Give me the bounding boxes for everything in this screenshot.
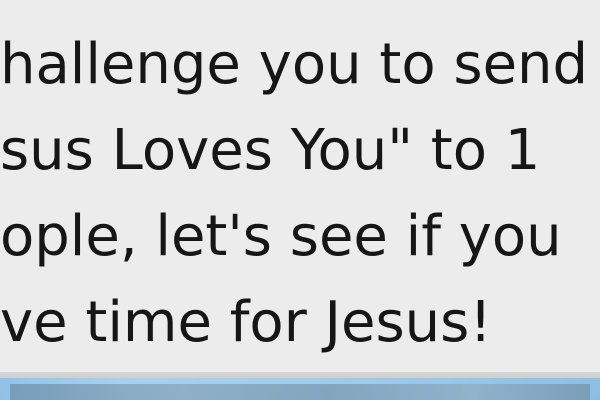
message-line-1-text: hallenge you to send (0, 32, 589, 97)
message-line-2-text: sus Loves You" to 1 (0, 118, 541, 183)
message-line-2: sus Loves You" to 1 (0, 108, 600, 194)
message-line-1: hallenge you to send (0, 22, 600, 108)
message-text: hallenge you to send sus Loves You" to 1… (0, 22, 600, 366)
next-message-preview (10, 384, 590, 400)
message-screen: hallenge you to send sus Loves You" to 1… (0, 0, 600, 400)
message-line-3: ople, let's see if you (0, 194, 600, 280)
message-line-4-text: ve time for Jesus! (0, 290, 492, 355)
message-line-3-text: ople, let's see if you (0, 204, 562, 269)
message-line-4: ve time for Jesus! (0, 280, 600, 366)
